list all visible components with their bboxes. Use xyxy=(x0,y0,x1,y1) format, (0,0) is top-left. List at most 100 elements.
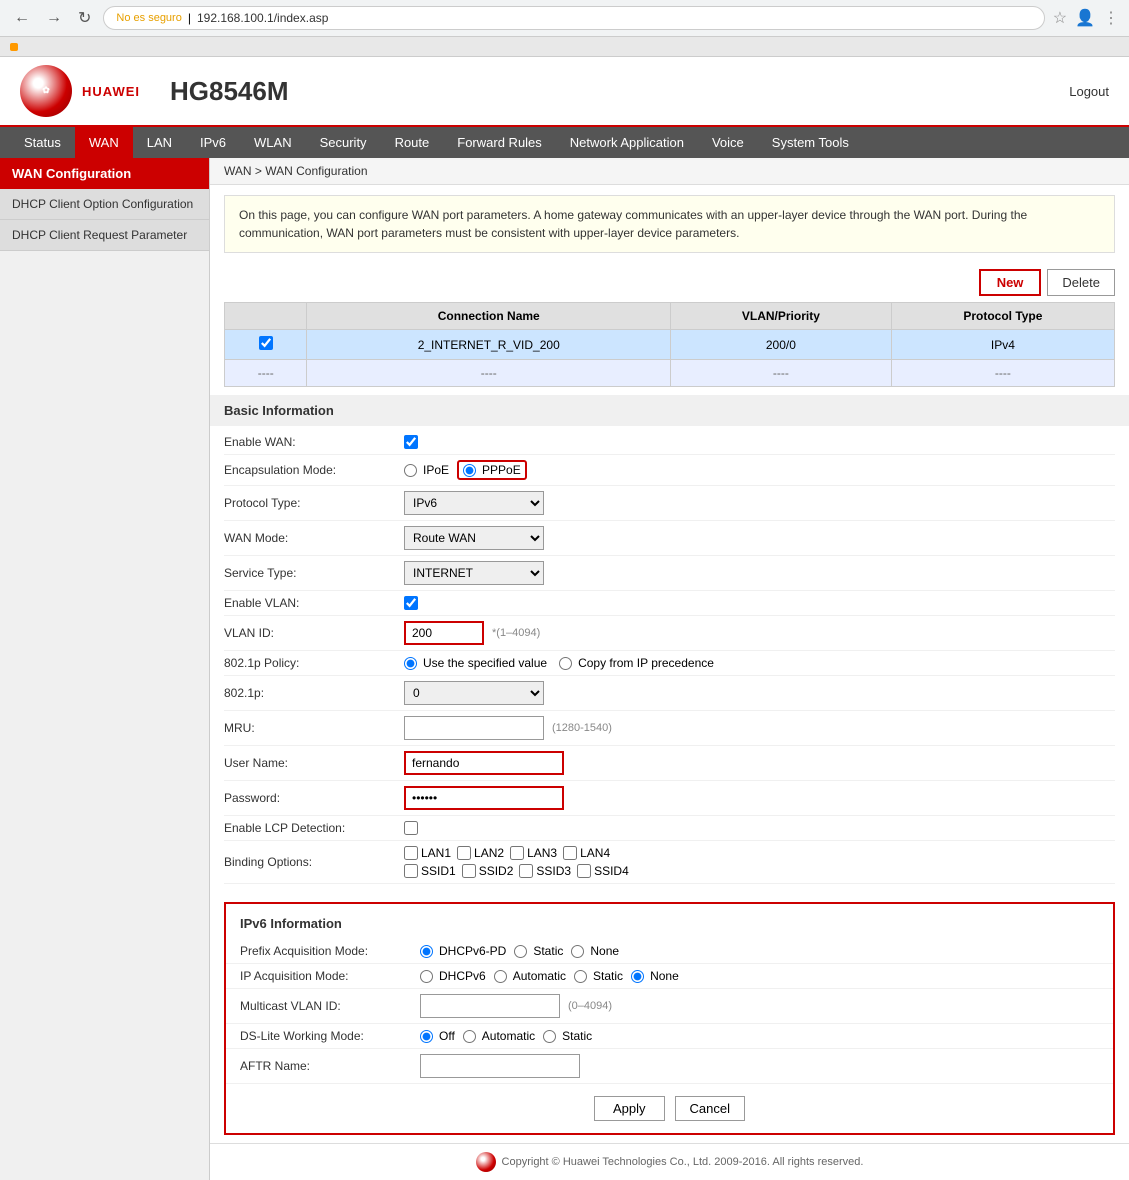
lan1-checkbox[interactable] xyxy=(404,846,418,860)
ipoe-radio-label[interactable]: IPoE xyxy=(404,463,449,477)
col-name: Connection Name xyxy=(307,303,671,330)
lan4-checkbox[interactable] xyxy=(563,846,577,860)
logo-area: ✿ HUAWEI xyxy=(20,65,140,117)
nav-item-netapp[interactable]: Network Application xyxy=(556,127,698,158)
value-802-select[interactable]: 0 1 2 3 4 5 6 7 xyxy=(404,681,544,705)
pppoe-radio[interactable] xyxy=(463,464,476,477)
mru-control: (1280-1540) xyxy=(404,716,1115,740)
enable-vlan-checkbox[interactable] xyxy=(404,596,418,610)
ip-static-label[interactable]: Static xyxy=(574,969,623,983)
ds-lite-static-text: Static xyxy=(562,1029,592,1043)
mru-input[interactable] xyxy=(404,716,544,740)
delete-button[interactable]: Delete xyxy=(1047,269,1115,296)
ip-none-radio[interactable] xyxy=(631,970,644,983)
enable-wan-control xyxy=(404,435,1115,449)
ip-none-label[interactable]: None xyxy=(631,969,679,983)
sidebar-item-dhcp-option[interactable]: DHCP Client Option Configuration xyxy=(0,189,209,220)
ssid1-checkbox[interactable] xyxy=(404,864,418,878)
mru-hint: (1280-1540) xyxy=(552,722,612,734)
enable-wan-checkbox[interactable] xyxy=(404,435,418,449)
lan4-label[interactable]: LAN4 xyxy=(563,846,610,860)
ds-lite-static-label[interactable]: Static xyxy=(543,1029,592,1043)
ssid3-checkbox[interactable] xyxy=(519,864,533,878)
forward-button[interactable]: → xyxy=(42,7,66,29)
ip-dhcpv6-label[interactable]: DHCPv6 xyxy=(420,969,486,983)
aftr-input[interactable] xyxy=(420,1054,580,1078)
back-button[interactable]: ← xyxy=(10,7,34,29)
enable-vlan-control xyxy=(404,596,1115,610)
row-checkbox[interactable] xyxy=(259,336,273,350)
ip-static-radio[interactable] xyxy=(574,970,587,983)
protocol-type-row: Protocol Type: IPv4 IPv6 IPv4/IPv6 xyxy=(224,486,1115,521)
nav-item-voice[interactable]: Voice xyxy=(698,127,758,158)
binding-label: Binding Options: xyxy=(224,855,404,869)
url-text: 192.168.100.1/index.asp xyxy=(197,11,328,25)
lan1-label[interactable]: LAN1 xyxy=(404,846,451,860)
nav-item-status[interactable]: Status xyxy=(10,127,75,158)
nav-item-ipv6[interactable]: IPv6 xyxy=(186,127,240,158)
breadcrumb: WAN > WAN Configuration xyxy=(210,158,1129,185)
enable-lcp-checkbox[interactable] xyxy=(404,821,418,835)
username-input[interactable] xyxy=(404,751,564,775)
nav-item-route[interactable]: Route xyxy=(381,127,444,158)
ds-lite-static-radio[interactable] xyxy=(543,1030,556,1043)
ds-lite-automatic-radio[interactable] xyxy=(463,1030,476,1043)
prefix-static-label[interactable]: Static xyxy=(514,944,563,958)
url-bar[interactable]: No es seguro | 192.168.100.1/index.asp xyxy=(103,6,1044,30)
ipoe-radio[interactable] xyxy=(404,464,417,477)
policy-copy-radio[interactable] xyxy=(559,657,572,670)
ip-automatic-label[interactable]: Automatic xyxy=(494,969,566,983)
lan3-label[interactable]: LAN3 xyxy=(510,846,557,860)
policy-copy-label[interactable]: Copy from IP precedence xyxy=(559,656,714,670)
apply-button[interactable]: Apply xyxy=(594,1096,665,1121)
ssid4-label[interactable]: SSID4 xyxy=(577,864,629,878)
ds-lite-automatic-label[interactable]: Automatic xyxy=(463,1029,535,1043)
menu-icon[interactable]: ⋮ xyxy=(1103,8,1119,28)
ssid2-label[interactable]: SSID2 xyxy=(462,864,514,878)
nav-item-wan[interactable]: WAN xyxy=(75,127,133,158)
prefix-dhcpv6pd-radio[interactable] xyxy=(420,945,433,958)
nav-item-wlan[interactable]: WLAN xyxy=(240,127,306,158)
cancel-button[interactable]: Cancel xyxy=(675,1096,745,1121)
new-button[interactable]: New xyxy=(979,269,1042,296)
bookmark-icon[interactable]: ☆ xyxy=(1053,8,1067,28)
row-check[interactable] xyxy=(225,330,307,360)
ssid2-checkbox[interactable] xyxy=(462,864,476,878)
lan3-checkbox[interactable] xyxy=(510,846,524,860)
nav-item-security[interactable]: Security xyxy=(306,127,381,158)
ip-dhcpv6-radio[interactable] xyxy=(420,970,433,983)
wan-mode-select[interactable]: Route WAN Bridge WAN xyxy=(404,526,544,550)
logout-button[interactable]: Logout xyxy=(1069,84,1109,99)
ssid4-checkbox[interactable] xyxy=(577,864,591,878)
vlan-id-input[interactable] xyxy=(404,621,484,645)
table-row-dash: ---- ---- ---- ---- xyxy=(225,360,1115,387)
prefix-dhcpv6pd-label[interactable]: DHCPv6-PD xyxy=(420,944,506,958)
prefix-none-label[interactable]: None xyxy=(571,944,619,958)
policy-specified-radio[interactable] xyxy=(404,657,417,670)
sidebar-item-dhcp-request[interactable]: DHCP Client Request Parameter xyxy=(0,220,209,251)
table-row: 2_INTERNET_R_VID_200 200/0 IPv4 xyxy=(225,330,1115,360)
ip-automatic-radio[interactable] xyxy=(494,970,507,983)
ssid1-label[interactable]: SSID1 xyxy=(404,864,456,878)
prefix-static-radio[interactable] xyxy=(514,945,527,958)
ds-lite-off-radio[interactable] xyxy=(420,1030,433,1043)
lan2-checkbox[interactable] xyxy=(457,846,471,860)
password-input[interactable] xyxy=(404,786,564,810)
prefix-none-radio[interactable] xyxy=(571,945,584,958)
profile-icon[interactable]: 👤 xyxy=(1075,8,1095,28)
nav-item-systools[interactable]: System Tools xyxy=(758,127,863,158)
ds-lite-off-label[interactable]: Off xyxy=(420,1029,455,1043)
protocol-type-select[interactable]: IPv4 IPv6 IPv4/IPv6 xyxy=(404,491,544,515)
reload-button[interactable]: ↻ xyxy=(74,6,95,30)
nav-item-lan[interactable]: LAN xyxy=(133,127,186,158)
multicast-vlan-hint: (0–4094) xyxy=(568,1000,612,1012)
pppoe-radio-label[interactable]: PPPoE xyxy=(457,460,527,480)
ds-lite-row: DS-Lite Working Mode: Off Automatic Stat… xyxy=(226,1024,1113,1049)
lan2-label[interactable]: LAN2 xyxy=(457,846,504,860)
service-type-select[interactable]: INTERNET OTHER xyxy=(404,561,544,585)
wan-mode-control: Route WAN Bridge WAN xyxy=(404,526,1115,550)
policy-specified-label[interactable]: Use the specified value xyxy=(404,656,547,670)
multicast-vlan-input[interactable] xyxy=(420,994,560,1018)
nav-item-forward[interactable]: Forward Rules xyxy=(443,127,556,158)
ssid3-label[interactable]: SSID3 xyxy=(519,864,571,878)
